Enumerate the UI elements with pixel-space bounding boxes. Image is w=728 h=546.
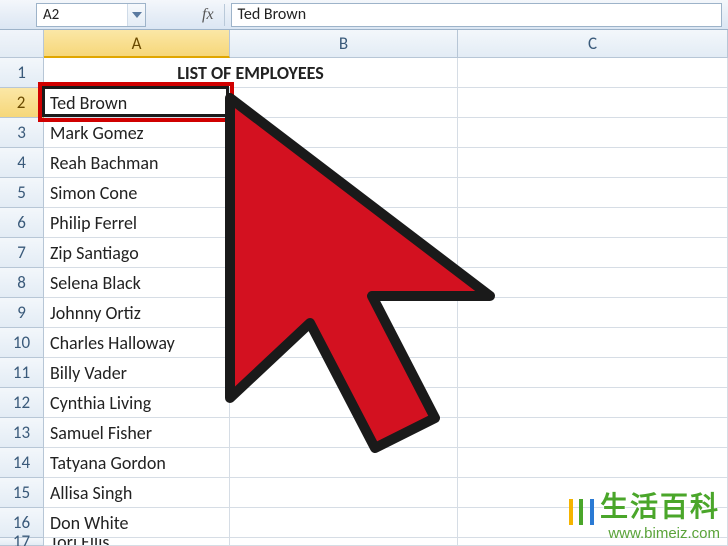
watermark-bar-icon [579,499,583,525]
cell[interactable] [458,388,728,418]
name-box[interactable]: A2 [36,3,146,27]
cell[interactable]: Ted Brown [44,88,230,118]
cell[interactable]: Cynthia Living [44,388,230,418]
row-header[interactable]: 4 [0,148,44,178]
cell[interactable] [458,118,728,148]
row-header[interactable]: 11 [0,358,44,388]
row-header[interactable]: 8 [0,268,44,298]
cell[interactable] [230,88,458,118]
cell[interactable] [230,238,458,268]
watermark-title: 生活百科 [600,491,720,522]
cell[interactable] [458,328,728,358]
watermark-url: www.bimeiz.com [569,525,720,542]
row-header[interactable]: 12 [0,388,44,418]
cell[interactable]: Philip Ferrel [44,208,230,238]
cell[interactable] [458,208,728,238]
cell[interactable] [230,268,458,298]
formula-bar: A2 fx Ted Brown [0,0,728,30]
column-header-a[interactable]: A [44,30,230,58]
cell[interactable]: Tori Ellis [44,538,230,546]
cell[interactable]: Simon Cone [44,178,230,208]
column-header-b[interactable]: B [230,30,458,58]
cell[interactable]: Billy Vader [44,358,230,388]
row-header[interactable]: 17 [0,538,44,546]
cell[interactable]: Selena Black [44,268,230,298]
cell[interactable] [230,298,458,328]
cell[interactable] [230,118,458,148]
cell[interactable] [458,358,728,388]
select-all-corner[interactable] [0,30,44,58]
cell[interactable] [458,418,728,448]
cell[interactable] [458,298,728,328]
row-header[interactable]: 2 [0,88,44,118]
row-header[interactable]: 7 [0,238,44,268]
row-header[interactable]: 15 [0,478,44,508]
row-header[interactable]: 9 [0,298,44,328]
cell[interactable]: Johnny Ortiz [44,298,230,328]
cell[interactable]: Charles Halloway [44,328,230,358]
row-header[interactable]: 14 [0,448,44,478]
cell[interactable]: Mark Gomez [44,118,230,148]
watermark: 生活百科 www.bimeiz.com [569,485,720,542]
cell[interactable]: Zip Santiago [44,238,230,268]
name-box-dropdown[interactable] [127,4,145,26]
cell[interactable]: Samuel Fisher [44,418,230,448]
formula-input[interactable]: Ted Brown [231,3,722,27]
column-header-c[interactable]: C [458,30,728,58]
row-header[interactable]: 5 [0,178,44,208]
cell[interactable] [458,178,728,208]
cell[interactable] [230,508,458,538]
cell[interactable] [458,238,728,268]
row-header[interactable]: 6 [0,208,44,238]
watermark-bar-icon [569,499,573,525]
cell[interactable] [458,268,728,298]
cell[interactable] [230,178,458,208]
chevron-down-icon [132,12,142,18]
row-header[interactable]: 10 [0,328,44,358]
cell[interactable] [230,328,458,358]
row-headers: 1234567891011121314151617 [0,58,44,546]
cell[interactable] [230,478,458,508]
cell[interactable] [230,148,458,178]
cell[interactable] [458,448,728,478]
cell[interactable] [230,538,458,546]
cell[interactable] [458,148,728,178]
divider [224,4,225,26]
row-header[interactable]: 3 [0,118,44,148]
cell[interactable]: Allisa Singh [44,478,230,508]
column-headers: ABC [44,30,728,58]
cell[interactable] [230,208,458,238]
cell[interactable] [230,448,458,478]
cell[interactable]: Reah Bachman [44,148,230,178]
cell[interactable]: Tatyana Gordon [44,448,230,478]
cell[interactable] [230,418,458,448]
fx-icon[interactable]: fx [192,6,224,24]
row-header[interactable]: 13 [0,418,44,448]
title-cell[interactable]: LIST OF EMPLOYEES [44,58,458,88]
watermark-bar-icon [590,499,594,525]
name-box-value[interactable]: A2 [37,6,127,24]
cell[interactable]: Don White [44,508,230,538]
row-header[interactable]: 1 [0,58,44,88]
cell[interactable] [230,358,458,388]
cells-area[interactable]: LIST OF EMPLOYEESTed BrownMark GomezReah… [44,58,728,546]
cell[interactable] [230,388,458,418]
cell[interactable] [458,58,728,88]
cell[interactable] [458,88,728,118]
